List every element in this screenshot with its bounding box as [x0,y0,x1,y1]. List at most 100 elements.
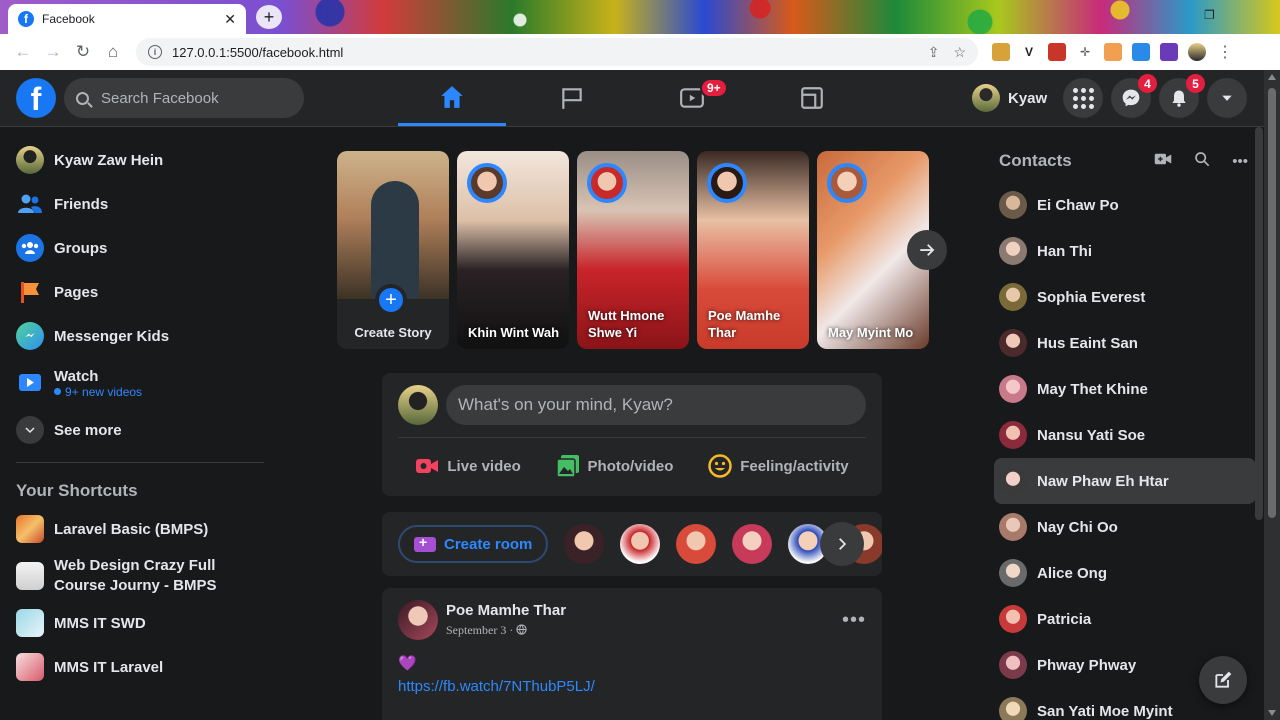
address-bar[interactable]: i 127.0.0.1:5500/facebook.html ⇪ ☆ [136,38,978,66]
extension-move-icon[interactable]: ✛ [1076,43,1094,61]
create-room-button[interactable]: Create room [398,525,549,563]
story-card[interactable]: Khin Wint Wah [457,151,569,349]
stories-next-button[interactable] [907,230,947,270]
menu-grid-button[interactable] [1063,78,1103,118]
facebook-header: f Search Facebook 9+ Kyaw 4 5 [0,70,1280,127]
contact-item[interactable]: May Thet Khine [994,366,1256,412]
grid-icon [1072,87,1094,109]
sidebar-item-groups[interactable]: Groups [8,226,278,270]
shortcut-item[interactable]: Web Design Crazy Full Course Journy - BM… [8,551,278,601]
story-card[interactable]: Poe Mamhe Thar [697,151,809,349]
sidebar-item-friends[interactable]: Friends [8,182,278,226]
sidebar-item-label: See more [54,421,122,439]
extension-color-icon[interactable] [1104,43,1122,61]
create-story-card[interactable]: + Create Story [337,151,449,349]
scroll-down-arrow-icon[interactable] [1268,710,1276,716]
nav-pages[interactable] [518,70,626,126]
contacts-more-icon[interactable]: ••• [1232,153,1248,170]
account-menu-button[interactable] [1207,78,1247,118]
extension-calendar-icon[interactable] [1048,43,1066,61]
contacts-search-icon[interactable] [1194,151,1210,171]
bookmark-star-icon[interactable]: ☆ [953,44,966,61]
avatar [16,146,44,174]
extensions-puzzle-icon[interactable] [1160,43,1178,61]
new-tab-button[interactable]: + [256,5,282,29]
contact-item[interactable]: Nay Chi Oo [994,504,1256,550]
avatar [999,605,1027,633]
contact-item[interactable]: Sophia Everest [994,274,1256,320]
feeling-activity-button[interactable]: Feeling/activity [700,446,856,486]
messenger-icon [1122,89,1140,107]
forward-arrow-icon[interactable]: → [38,37,68,67]
sidebar-item-watch[interactable]: Watch 9+ new videos [8,358,278,408]
live-video-button[interactable]: Live video [407,446,528,486]
browser-tab[interactable]: f Facebook ✕ [8,4,246,34]
reload-icon[interactable]: ↻ [68,37,98,67]
pages-flag-icon [16,278,44,306]
sidebar-item-profile[interactable]: Kyaw Zaw Hein [8,138,278,182]
extension-folder-icon[interactable] [992,43,1010,61]
post-date[interactable]: September 3 · [446,623,842,638]
new-message-button[interactable] [1199,656,1247,704]
avatar[interactable] [398,385,438,425]
scrollbar-thumb[interactable] [1268,88,1276,518]
shortcut-item[interactable]: MMS IT SWD [8,601,278,645]
plus-icon[interactable]: + [375,284,407,316]
post-more-button[interactable]: ••• [842,609,866,632]
story-name: Poe Mamhe Thar [708,308,781,340]
search-input[interactable]: Search Facebook [64,78,304,118]
url-text: 127.0.0.1:5500/facebook.html [172,44,344,60]
extension-tag-icon[interactable] [1132,43,1150,61]
messenger-button[interactable]: 4 [1111,74,1157,118]
browser-menu-icon[interactable]: ⋮ [1216,43,1234,61]
home-icon[interactable]: ⌂ [98,37,128,67]
close-tab-icon[interactable]: ✕ [224,11,236,28]
share-icon[interactable]: ⇪ [928,44,940,61]
avatar[interactable] [398,600,438,640]
browser-profile-avatar[interactable] [1188,43,1206,61]
shortcut-item[interactable]: Laravel Basic (BMPS) [8,507,278,551]
site-info-icon[interactable]: i [148,45,162,59]
sidebar-item-messenger-kids[interactable]: Messenger Kids [8,314,278,358]
nav-marketplace[interactable] [758,70,866,126]
extension-vk-icon[interactable]: V [1020,43,1038,61]
room-avatar[interactable] [564,524,605,564]
sidebar-item-label: Friends [54,195,109,213]
room-avatar[interactable] [676,524,717,564]
photo-video-button[interactable]: Photo/video [548,446,682,486]
contact-item[interactable]: Patricia [994,596,1256,642]
contact-item[interactable]: Nansu Yati Soe [994,412,1256,458]
contact-item[interactable]: Hus Eaint San [994,320,1256,366]
story-avatar-ring [587,163,627,203]
window-restore-icon[interactable]: ❐ [1204,8,1215,22]
watch-new-videos-text[interactable]: 9+ new videos [54,385,142,399]
contact-item[interactable]: Han Thi [994,228,1256,274]
page-scrollbar[interactable] [1264,70,1280,720]
composer-input[interactable]: What's on your mind, Kyaw? [446,385,866,425]
new-room-video-icon[interactable] [1154,152,1172,170]
scroll-up-arrow-icon[interactable] [1268,74,1276,80]
shortcut-item[interactable]: MMS IT Laravel [8,645,278,689]
nav-watch[interactable]: 9+ [638,70,746,126]
profile-chip[interactable]: Kyaw [968,82,1055,114]
back-arrow-icon[interactable]: ← [8,37,38,67]
rooms-next-button[interactable] [820,522,864,566]
post-link[interactable]: https://fb.watch/7NThubP5LJ/ [398,678,866,695]
post-author[interactable]: Poe Mamhe Thar [446,602,842,619]
sidebar-item-see-more[interactable]: See more [8,408,278,452]
contact-name: May Thet Khine [1037,380,1148,398]
room-avatar[interactable] [620,524,661,564]
contact-item[interactable]: Ei Chaw Po [994,182,1256,228]
room-avatar[interactable] [732,524,773,564]
story-card[interactable]: Wutt Hmone Shwe Yi [577,151,689,349]
contact-item[interactable]: Alice Ong [994,550,1256,596]
messenger-badge: 4 [1138,74,1157,93]
notifications-button[interactable]: 5 [1159,74,1205,118]
contact-name: Nansu Yati Soe [1037,426,1146,444]
contacts-scrollbar[interactable] [1255,127,1263,520]
facebook-logo-icon[interactable]: f [16,78,56,118]
contact-item[interactable]: Naw Phaw Eh Htar [994,458,1256,504]
sidebar-item-label: Pages [54,283,99,301]
sidebar-item-pages[interactable]: Pages [8,270,278,314]
nav-home[interactable] [398,70,506,126]
